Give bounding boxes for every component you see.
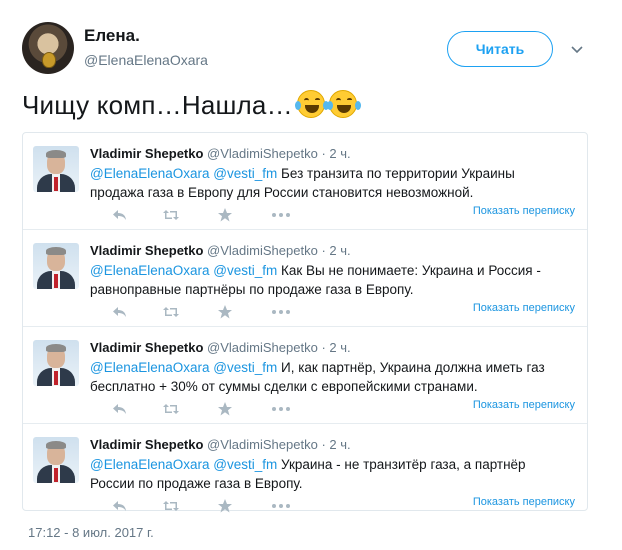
reply-header: Vladimir Shepetko @VladimiShepetko · 2 ч… <box>90 340 351 355</box>
thread-tweet[interactable]: Vladimir Shepetko @VladimiShepetko · 2 ч… <box>23 230 587 327</box>
retweet-icon[interactable] <box>162 207 179 223</box>
retweet-icon[interactable] <box>162 304 179 320</box>
thread-tweet[interactable]: Vladimir Shepetko @VladimiShepetko · 2 ч… <box>23 424 587 521</box>
reply-actions <box>90 401 290 417</box>
reply-avatar[interactable] <box>33 146 79 192</box>
reply-author-name[interactable]: Vladimir Shepetko <box>90 146 203 161</box>
tweet-text: Чищу комп…Нашла… <box>22 90 361 121</box>
coat-of-arms-icon <box>42 52 56 68</box>
reply-text: @ElenaElenaOxara @vesti_fm Украина - не … <box>90 455 570 493</box>
author-name[interactable]: Елена. <box>84 26 140 46</box>
reply-avatar[interactable] <box>33 243 79 289</box>
like-icon[interactable] <box>217 304 233 320</box>
reply-header: Vladimir Shepetko @VladimiShepetko · 2 ч… <box>90 243 351 258</box>
reply-author-name[interactable]: Vladimir Shepetko <box>90 243 203 258</box>
reply-actions <box>90 304 290 320</box>
reply-mentions[interactable]: @ElenaElenaOxara @vesti_fm <box>90 360 277 375</box>
chevron-down-icon[interactable] <box>570 42 584 56</box>
show-thread-link[interactable]: Показать переписку <box>473 496 575 508</box>
tweet-header: Елена. @ElenaElenaOxara Читать <box>22 22 602 78</box>
reply-actions <box>90 207 290 223</box>
reply-time[interactable]: · 2 ч. <box>321 437 350 452</box>
reply-header: Vladimir Shepetko @VladimiShepetko · 2 ч… <box>90 437 351 452</box>
reply-text: @ElenaElenaOxara @vesti_fm Как Вы не пон… <box>90 261 570 299</box>
reply-actions <box>90 498 290 514</box>
show-thread-link[interactable]: Показать переписку <box>473 205 575 217</box>
reply-author-handle[interactable]: @VladimiShepetko <box>207 340 318 355</box>
reply-icon[interactable] <box>112 304 128 320</box>
reply-icon[interactable] <box>112 207 128 223</box>
reply-mentions[interactable]: @ElenaElenaOxara @vesti_fm <box>90 166 277 181</box>
like-icon[interactable] <box>217 207 233 223</box>
more-icon[interactable] <box>270 401 292 417</box>
more-icon[interactable] <box>270 304 292 320</box>
reply-avatar[interactable] <box>33 437 79 483</box>
tears-of-joy-icon <box>294 90 329 118</box>
reply-icon[interactable] <box>112 498 128 514</box>
retweet-icon[interactable] <box>162 401 179 417</box>
quoted-thread: Vladimir Shepetko @VladimiShepetko · 2 ч… <box>22 132 588 513</box>
reply-time[interactable]: · 2 ч. <box>321 243 350 258</box>
reply-author-handle[interactable]: @VladimiShepetko <box>207 146 318 161</box>
reply-header: Vladimir Shepetko @VladimiShepetko · 2 ч… <box>90 146 351 161</box>
reply-time[interactable]: · 2 ч. <box>321 146 350 161</box>
reply-avatar[interactable] <box>33 340 79 386</box>
tears-of-joy-icon <box>326 90 361 118</box>
follow-button[interactable]: Читать <box>447 31 553 67</box>
retweet-icon[interactable] <box>162 498 179 514</box>
more-icon[interactable] <box>270 207 292 223</box>
show-thread-link[interactable]: Показать переписку <box>473 399 575 411</box>
tweet-text-content: Чищу комп…Нашла… <box>22 90 293 120</box>
reply-time[interactable]: · 2 ч. <box>321 340 350 355</box>
thread-tweet[interactable]: Vladimir Shepetko @VladimiShepetko · 2 ч… <box>23 133 587 230</box>
author-avatar[interactable] <box>22 22 74 74</box>
more-icon[interactable] <box>270 498 292 514</box>
reply-author-name[interactable]: Vladimir Shepetko <box>90 340 203 355</box>
reply-mentions[interactable]: @ElenaElenaOxara @vesti_fm <box>90 457 277 472</box>
reply-author-handle[interactable]: @VladimiShepetko <box>207 243 318 258</box>
author-handle[interactable]: @ElenaElenaOxara <box>84 52 208 68</box>
like-icon[interactable] <box>217 498 233 514</box>
reply-author-name[interactable]: Vladimir Shepetko <box>90 437 203 452</box>
reply-text: @ElenaElenaOxara @vesti_fm Без транзита … <box>90 164 570 202</box>
thread-tweet[interactable]: Vladimir Shepetko @VladimiShepetko · 2 ч… <box>23 327 587 424</box>
reply-icon[interactable] <box>112 401 128 417</box>
like-icon[interactable] <box>217 401 233 417</box>
reply-mentions[interactable]: @ElenaElenaOxara @vesti_fm <box>90 263 277 278</box>
tweet-timestamp[interactable]: 17:12 - 8 июл. 2017 г. <box>28 525 154 540</box>
reply-author-handle[interactable]: @VladimiShepetko <box>207 437 318 452</box>
show-thread-link[interactable]: Показать переписку <box>473 302 575 314</box>
reply-text: @ElenaElenaOxara @vesti_fm И, как партнё… <box>90 358 570 396</box>
